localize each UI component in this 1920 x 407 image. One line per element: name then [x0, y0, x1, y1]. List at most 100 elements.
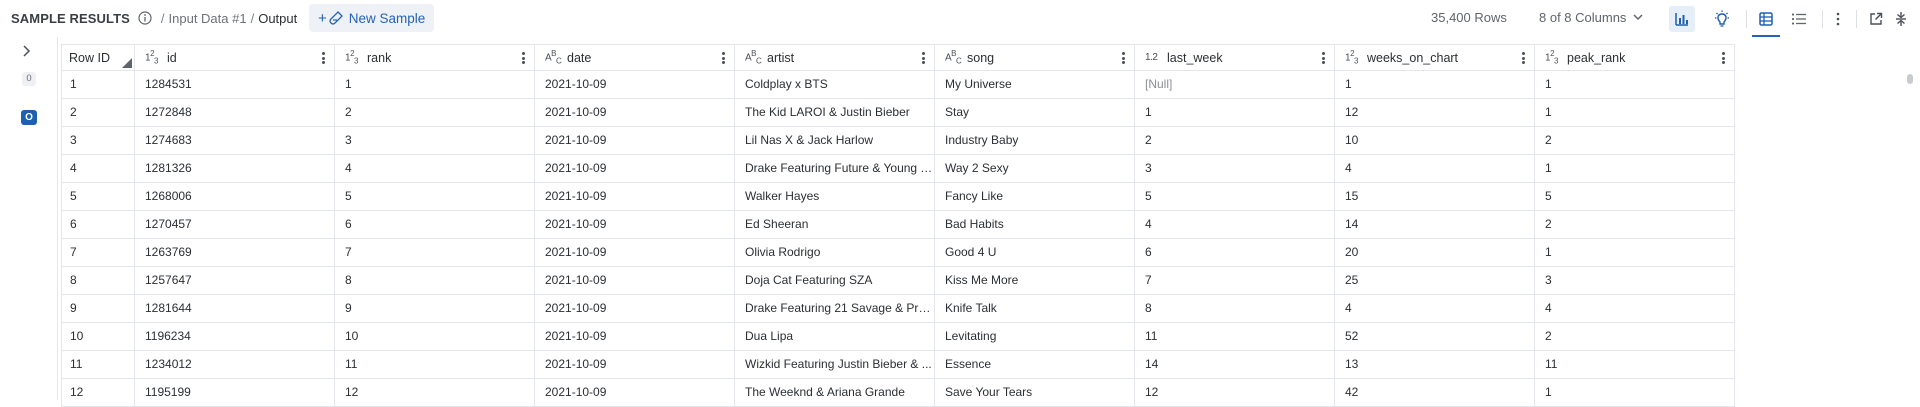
cell-artist[interactable]: Ed Sheeran [735, 211, 935, 239]
column-menu-icon[interactable] [1320, 51, 1326, 65]
cell-song[interactable]: Save Your Tears [935, 379, 1135, 407]
cell-peak-rank[interactable]: 1 [1535, 379, 1735, 407]
column-header-rank[interactable]: 123 rank [335, 44, 535, 71]
cell-date[interactable]: 2021-10-09 [535, 267, 735, 295]
row-id-cell[interactable]: 6 [61, 211, 135, 239]
cell-last-week[interactable]: 8 [1135, 295, 1335, 323]
cell-last-week[interactable]: 4 [1135, 211, 1335, 239]
cell-last-week[interactable]: 6 [1135, 239, 1335, 267]
cell-rank[interactable]: 2 [335, 99, 535, 127]
cell-rank[interactable]: 5 [335, 183, 535, 211]
cell-rank[interactable]: 6 [335, 211, 535, 239]
vertical-scrollbar[interactable] [1906, 70, 1914, 400]
cell-peak-rank[interactable]: 3 [1535, 267, 1735, 295]
input-anchor-badge[interactable]: 0 [22, 72, 36, 86]
cell-artist[interactable]: The Weeknd & Ariana Grande [735, 379, 935, 407]
cell-weeks-on-chart[interactable]: 4 [1335, 155, 1535, 183]
cell-last-week[interactable]: 12 [1135, 379, 1335, 407]
cell-weeks-on-chart[interactable]: 42 [1335, 379, 1535, 407]
row-id-cell[interactable]: 11 [61, 351, 135, 379]
cell-artist[interactable]: Drake Featuring 21 Savage & Proj... [735, 295, 935, 323]
cell-weeks-on-chart[interactable]: 15 [1335, 183, 1535, 211]
cell-date[interactable]: 2021-10-09 [535, 71, 735, 99]
table-row[interactable]: 4 1281326 4 2021-10-09 Drake Featuring Futur… [61, 155, 1735, 183]
cell-date[interactable]: 2021-10-09 [535, 99, 735, 127]
cell-date[interactable]: 2021-10-09 [535, 183, 735, 211]
row-id-cell[interactable]: 5 [61, 183, 135, 211]
new-sample-button[interactable]: + New Sample [309, 4, 434, 32]
column-header-last-week[interactable]: 1.2 last_week [1135, 44, 1335, 71]
cell-song[interactable]: Knife Talk [935, 295, 1135, 323]
row-id-cell[interactable]: 9 [61, 295, 135, 323]
cell-rank[interactable]: 12 [335, 379, 535, 407]
column-header-artist[interactable]: ABC artist [735, 44, 935, 71]
cell-date[interactable]: 2021-10-09 [535, 379, 735, 407]
cell-peak-rank[interactable]: 2 [1535, 323, 1735, 351]
table-row[interactable]: 6 1270457 6 2021-10-09 Ed Sheeran Bad Habits 4… [61, 211, 1735, 239]
table-row[interactable]: 1 1284531 1 2021-10-09 Coldplay x BTS My Univ… [61, 71, 1735, 99]
column-menu-icon[interactable] [720, 51, 726, 65]
external-link-icon[interactable] [1863, 6, 1889, 32]
row-id-cell[interactable]: 2 [61, 99, 135, 127]
row-id-cell[interactable]: 1 [61, 71, 135, 99]
cell-artist[interactable]: Doja Cat Featuring SZA [735, 267, 935, 295]
cell-id[interactable]: 1284531 [135, 71, 335, 99]
row-id-cell[interactable]: 8 [61, 267, 135, 295]
column-menu-icon[interactable] [920, 51, 926, 65]
cell-peak-rank[interactable]: 1 [1535, 239, 1735, 267]
lightbulb-icon[interactable] [1709, 6, 1735, 32]
row-id-cell[interactable]: 12 [61, 379, 135, 407]
cell-rank[interactable]: 3 [335, 127, 535, 155]
cell-date[interactable]: 2021-10-09 [535, 211, 735, 239]
cell-last-week[interactable]: 1 [1135, 99, 1335, 127]
column-menu-icon[interactable] [1120, 51, 1126, 65]
cell-artist[interactable]: Wizkid Featuring Justin Bieber & ... [735, 351, 935, 379]
column-header-weeks-on-chart[interactable]: 123 weeks_on_chart [1335, 44, 1535, 71]
scrollbar-thumb[interactable] [1907, 74, 1913, 84]
chart-icon[interactable] [1669, 6, 1695, 32]
cell-song[interactable]: Fancy Like [935, 183, 1135, 211]
cell-date[interactable]: 2021-10-09 [535, 127, 735, 155]
cell-song[interactable]: Levitating [935, 323, 1135, 351]
cell-peak-rank[interactable]: 2 [1535, 127, 1735, 155]
column-header-id[interactable]: 123 id [135, 44, 335, 71]
cell-id[interactable]: 1257647 [135, 267, 335, 295]
cell-id[interactable]: 1281326 [135, 155, 335, 183]
cell-last-week[interactable]: 5 [1135, 183, 1335, 211]
cell-weeks-on-chart[interactable]: 4 [1335, 295, 1535, 323]
table-row[interactable]: 7 1263769 7 2021-10-09 Olivia Rodrigo Good 4 … [61, 239, 1735, 267]
cell-last-week[interactable]: 11 [1135, 323, 1335, 351]
column-menu-icon[interactable] [1720, 51, 1726, 65]
cell-date[interactable]: 2021-10-09 [535, 155, 735, 183]
row-id-cell[interactable]: 10 [61, 323, 135, 351]
table-row[interactable]: 10 1196234 10 2021-10-09 Dua Lipa Levitating 1… [61, 323, 1735, 351]
cell-id[interactable]: 1234012 [135, 351, 335, 379]
cell-rank[interactable]: 9 [335, 295, 535, 323]
row-id-cell[interactable]: 7 [61, 239, 135, 267]
cell-date[interactable]: 2021-10-09 [535, 351, 735, 379]
table-view-icon[interactable] [1753, 6, 1779, 32]
table-row[interactable]: 11 1234012 11 2021-10-09 Wizkid Featuring Ju… [61, 351, 1735, 379]
breadcrumb-input[interactable]: Input Data #1 [169, 11, 247, 26]
table-row[interactable]: 5 1268006 5 2021-10-09 Walker Hayes Fancy Lik… [61, 183, 1735, 211]
row-id-cell[interactable]: 4 [61, 155, 135, 183]
cell-weeks-on-chart[interactable]: 1 [1335, 71, 1535, 99]
cell-artist[interactable]: The Kid LAROI & Justin Bieber [735, 99, 935, 127]
cell-last-week[interactable]: 2 [1135, 127, 1335, 155]
column-header-song[interactable]: ABC song [935, 44, 1135, 71]
table-row[interactable]: 3 1274683 3 2021-10-09 Lil Nas X & Jack Harl… [61, 127, 1735, 155]
cell-song[interactable]: Good 4 U [935, 239, 1135, 267]
cell-rank[interactable]: 8 [335, 267, 535, 295]
cell-weeks-on-chart[interactable]: 20 [1335, 239, 1535, 267]
cell-last-week[interactable]: 7 [1135, 267, 1335, 295]
cell-id[interactable]: 1196234 [135, 323, 335, 351]
row-id-cell[interactable]: 3 [61, 127, 135, 155]
cell-song[interactable]: Stay [935, 99, 1135, 127]
more-options-icon[interactable] [1825, 6, 1851, 32]
cell-rank[interactable]: 7 [335, 239, 535, 267]
table-row[interactable]: 2 1272848 2 2021-10-09 The Kid LAROI & Justi… [61, 99, 1735, 127]
cell-song[interactable]: Way 2 Sexy [935, 155, 1135, 183]
info-icon[interactable] [138, 11, 153, 26]
cell-rank[interactable]: 10 [335, 323, 535, 351]
cell-weeks-on-chart[interactable]: 25 [1335, 267, 1535, 295]
